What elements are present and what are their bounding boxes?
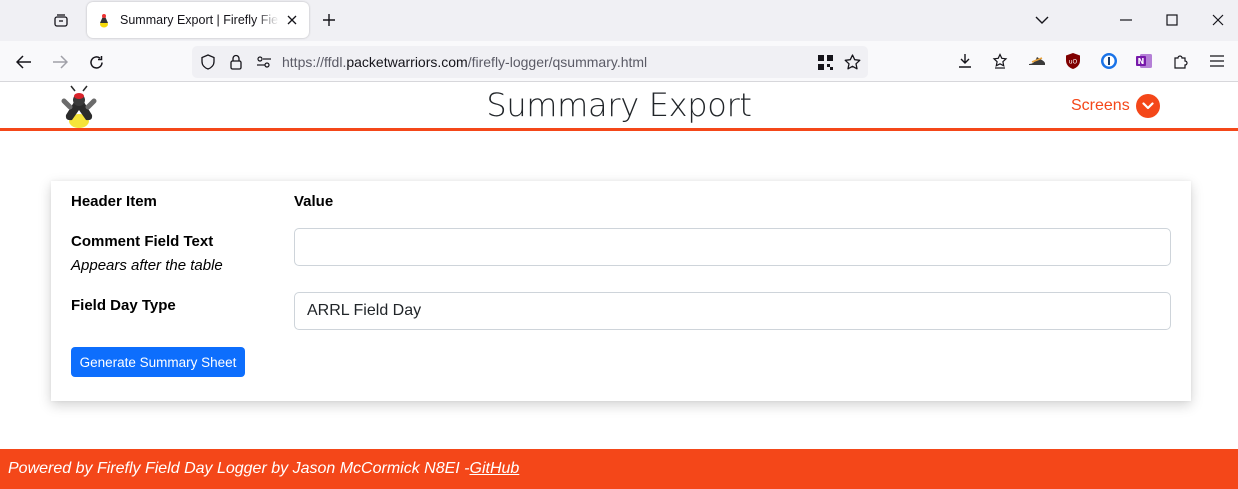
forward-arrow-icon[interactable] <box>48 50 72 74</box>
maximize-icon[interactable] <box>1160 8 1184 32</box>
site-header: Summary Export Screens <box>0 83 1238 131</box>
address-bar[interactable]: https://ffdl.packetwarriors.com/firefly-… <box>192 46 868 78</box>
ublock-origin-icon[interactable]: uO <box>1063 51 1083 71</box>
footer-credit-text: Powered by Firefly Field Day Logger by J… <box>8 460 470 477</box>
comment-field-input[interactable] <box>294 228 1171 266</box>
browser-tab-active[interactable]: Summary Export | Firefly Field Day Logge… <box>87 2 309 38</box>
summary-form-card: Header Item Value Comment Field Text App… <box>51 181 1191 401</box>
close-tab-icon[interactable] <box>283 11 301 29</box>
bookmark-star-icon[interactable] <box>843 53 861 71</box>
tab-list-icon[interactable] <box>48 8 74 32</box>
list-all-tabs-chevron-icon[interactable] <box>1030 8 1054 32</box>
comment-field-hint: Appears after the table <box>71 257 223 274</box>
site-footer: Powered by Firefly Field Day Logger by J… <box>0 449 1238 489</box>
url-path: /firefly-logger/qsummary.html <box>467 54 648 70</box>
firefly-favicon-icon <box>96 12 112 28</box>
svg-text:N: N <box>1138 57 1145 66</box>
lock-icon[interactable] <box>227 53 245 71</box>
shield-icon[interactable] <box>199 53 217 71</box>
comment-field-label: Comment Field Text <box>71 233 214 250</box>
tab-title: Summary Export | Firefly Field Day Logge… <box>120 13 279 27</box>
url-domain: packetwarriors.com <box>346 54 468 70</box>
new-tab-icon[interactable] <box>318 9 340 31</box>
svg-text:uO: uO <box>1069 59 1078 66</box>
extension-sneaker-icon[interactable] <box>1027 51 1047 71</box>
pocket-star-icon[interactable] <box>990 51 1010 71</box>
value-column-heading: Value <box>294 193 334 210</box>
browser-toolbar: https://ffdl.packetwarriors.com/firefly-… <box>0 41 1238 82</box>
page-title: Summary Export <box>486 86 752 124</box>
screens-menu-button[interactable]: Screens <box>1071 94 1160 118</box>
qr-code-icon[interactable] <box>816 53 834 71</box>
minimize-icon[interactable] <box>1114 8 1138 32</box>
close-window-icon[interactable] <box>1206 8 1230 32</box>
extensions-puzzle-icon[interactable] <box>1171 51 1191 71</box>
hamburger-menu-icon[interactable] <box>1207 51 1227 71</box>
onenote-icon[interactable]: N <box>1134 51 1154 71</box>
browser-tab-bar: Summary Export | Firefly Field Day Logge… <box>0 0 1238 41</box>
field-day-type-label: Field Day Type <box>71 297 176 314</box>
chevron-down-icon <box>1135 94 1160 118</box>
header-item-column-heading: Header Item <box>71 193 157 210</box>
permissions-icon[interactable] <box>255 53 273 71</box>
github-link[interactable]: GitHub <box>470 460 520 478</box>
generate-summary-button[interactable]: Generate Summary Sheet <box>71 347 245 377</box>
back-arrow-icon[interactable] <box>12 50 36 74</box>
downloads-icon[interactable] <box>955 51 975 71</box>
url-text: https://ffdl.packetwarriors.com/firefly-… <box>282 54 647 70</box>
url-prefix: https://ffdl. <box>282 54 347 70</box>
screens-menu-label: Screens <box>1071 97 1130 114</box>
password-manager-icon[interactable] <box>1099 51 1119 71</box>
reload-icon[interactable] <box>84 50 108 74</box>
field-day-type-input[interactable]: ARRL Field Day <box>294 292 1171 330</box>
